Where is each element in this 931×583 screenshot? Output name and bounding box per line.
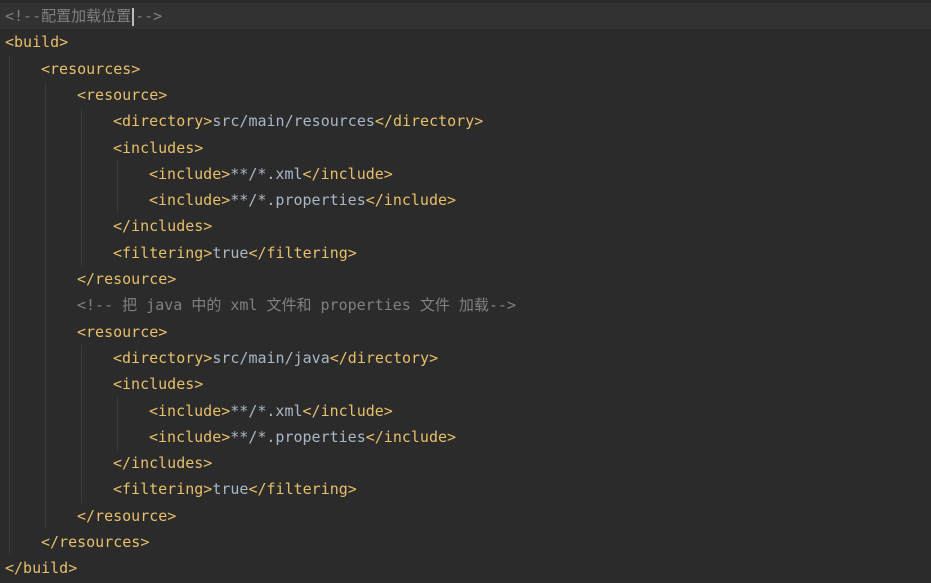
code-line-content: <includes> — [113, 135, 203, 161]
xml-tag: </build> — [5, 559, 78, 578]
xml-tag: </directory> — [329, 348, 439, 367]
code-line-content: <build> — [5, 29, 68, 55]
indent-guide — [45, 81, 46, 529]
xml-tag: <include> — [149, 401, 231, 420]
code-line[interactable]: </resource> — [0, 266, 931, 292]
code-line[interactable]: <build> — [0, 29, 931, 55]
code-line-content: <include>**/*.xml</include> — [149, 161, 393, 187]
code-line[interactable]: </resources> — [0, 529, 931, 555]
indent-guide — [117, 397, 118, 451]
code-line[interactable]: </build> — [0, 555, 931, 581]
xml-tag: </resource> — [77, 506, 177, 525]
xml-text: **/*.properties — [230, 427, 366, 446]
xml-tag: <build> — [5, 33, 69, 52]
code-line[interactable]: <include>**/*.properties</include> — [0, 424, 931, 450]
code-line-content: </resource> — [77, 266, 176, 292]
code-line[interactable]: <!-- 把 java 中的 xml 文件和 properties 文件 加载-… — [0, 292, 931, 318]
xml-comment: <!-- 把 java 中的 xml 文件和 properties 文件 加载-… — [77, 296, 516, 315]
code-line-content: <resource> — [77, 319, 167, 345]
indent-guide — [117, 160, 118, 214]
code-line-content: </resources> — [41, 529, 149, 555]
xml-tag: </filtering> — [248, 243, 357, 262]
text-caret — [132, 7, 135, 26]
indent-guide — [9, 55, 10, 556]
code-line[interactable]: <resource> — [0, 319, 931, 345]
code-line-content: </resource> — [77, 503, 176, 529]
code-line-content: <!--配置加载位置 --> — [5, 3, 162, 29]
xml-tag: </includes> — [113, 454, 213, 473]
xml-tag: <directory> — [113, 112, 213, 131]
xml-tag: <resource> — [77, 322, 168, 341]
xml-tag: <filtering> — [113, 243, 213, 262]
xml-tag: <resource> — [77, 85, 168, 104]
code-line-content: <include>**/*.properties</include> — [149, 424, 456, 450]
xml-tag: <include> — [149, 427, 231, 446]
xml-tag: <include> — [149, 164, 231, 183]
code-line[interactable]: </resource> — [0, 503, 931, 529]
code-line-content: <directory>src/main/resources</directory… — [113, 108, 483, 134]
xml-comment: --> — [135, 7, 163, 25]
code-line[interactable]: <filtering>true</filtering> — [0, 240, 931, 266]
xml-text: src/main/resources — [212, 112, 375, 131]
xml-tag: </filtering> — [248, 480, 357, 499]
code-line[interactable]: </includes> — [0, 450, 931, 476]
code-line[interactable]: </includes> — [0, 213, 931, 239]
xml-text: **/*.xml — [230, 164, 303, 183]
xml-tag: </includes> — [113, 217, 213, 236]
code-line[interactable]: <includes> — [0, 135, 931, 161]
code-editor[interactable]: <!--配置加载位置 --> <build> <resources> <resource… — [0, 0, 931, 583]
code-line-content: <filtering>true</filtering> — [113, 240, 357, 266]
xml-tag: </include> — [365, 191, 457, 210]
xml-comment: <!--配置加载位置 — [5, 7, 132, 25]
xml-tag: <filtering> — [113, 480, 213, 499]
code-line-content: </includes> — [113, 450, 212, 476]
code-line[interactable]: <!--配置加载位置 --> — [0, 3, 931, 29]
code-line[interactable]: <directory>src/main/resources</directory… — [0, 108, 931, 134]
xml-tag: </resources> — [41, 533, 150, 551]
xml-tag: </include> — [365, 427, 457, 446]
xml-tag: </include> — [302, 164, 393, 183]
xml-text: src/main/java — [212, 348, 330, 367]
xml-tag: <resources> — [41, 59, 141, 78]
code-line-content: </includes> — [113, 213, 212, 239]
xml-tag: </include> — [302, 401, 393, 420]
code-line[interactable]: <resources> — [0, 56, 931, 82]
code-line[interactable]: <filtering>true</filtering> — [0, 476, 931, 502]
code-line-content: <resource> — [77, 82, 167, 108]
code-line-content: <!-- 把 java 中的 xml 文件和 properties 文件 加载-… — [77, 292, 516, 318]
code-line-content: <include>**/*.xml</include> — [149, 398, 393, 424]
code-line-content: <directory>src/main/java</directory> — [113, 345, 438, 371]
code-line[interactable]: <include>**/*.properties</include> — [0, 187, 931, 213]
code-line[interactable]: <include>**/*.xml</include> — [0, 398, 931, 424]
xml-text: true — [212, 243, 249, 262]
xml-text: **/*.xml — [230, 401, 303, 420]
code-line[interactable]: <include>**/*.xml</include> — [0, 161, 931, 187]
code-line[interactable]: <includes> — [0, 371, 931, 397]
xml-tag: <includes> — [113, 138, 204, 157]
xml-tag: <includes> — [113, 375, 204, 394]
indent-guide — [81, 344, 82, 503]
code-line[interactable]: <resource> — [0, 82, 931, 108]
code-line-content: </build> — [5, 555, 77, 581]
indent-guide — [81, 108, 82, 266]
code-line-content: <include>**/*.properties</include> — [149, 187, 456, 213]
xml-text: true — [212, 480, 249, 499]
xml-tag: <include> — [149, 191, 231, 210]
xml-tag: </directory> — [374, 112, 484, 131]
code-line-content: <includes> — [113, 371, 203, 397]
xml-text: **/*.properties — [230, 191, 366, 210]
xml-tag: </resource> — [77, 270, 177, 288]
xml-tag: <directory> — [113, 348, 213, 367]
code-line-content: <resources> — [41, 56, 140, 82]
code-line-content: <filtering>true</filtering> — [113, 476, 357, 502]
code-line[interactable]: <directory>src/main/java</directory> — [0, 345, 931, 371]
